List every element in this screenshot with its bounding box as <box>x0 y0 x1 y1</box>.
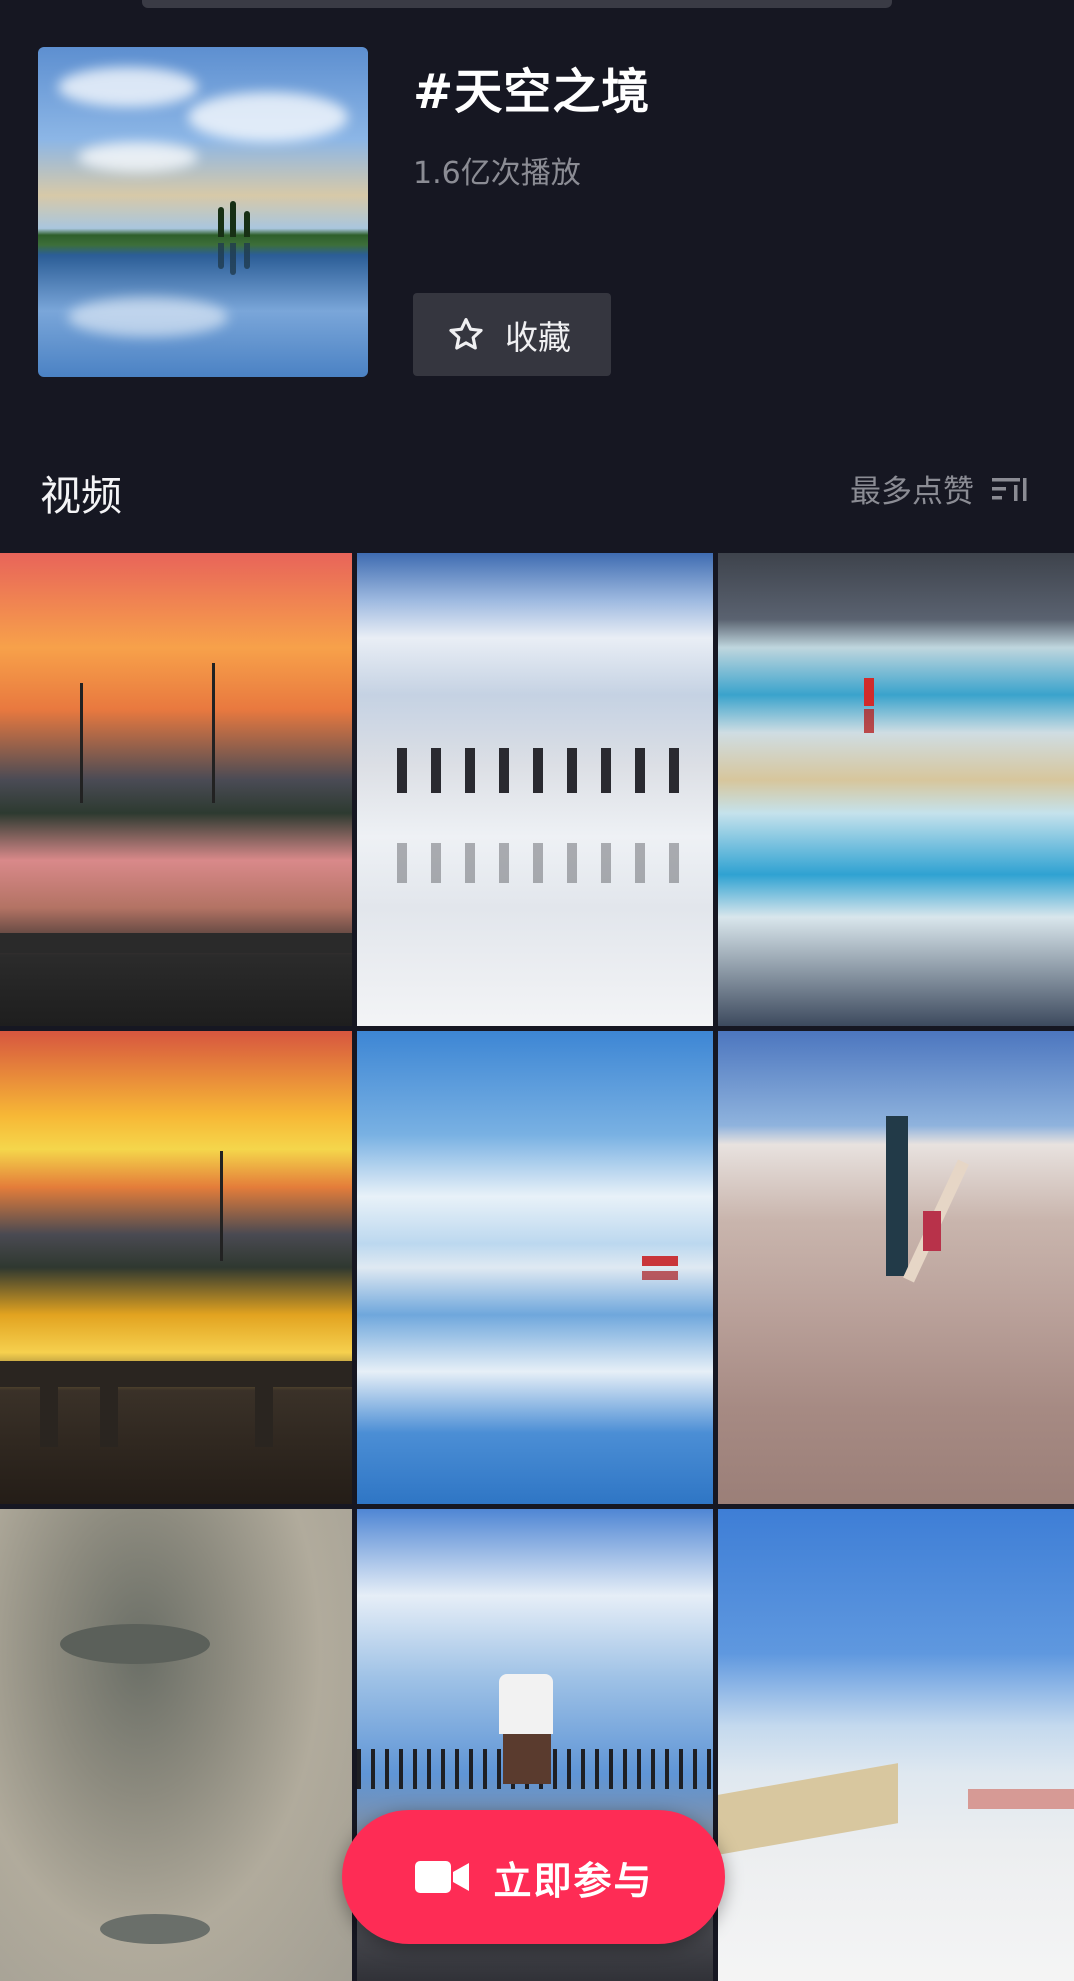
video-grid <box>0 553 1074 1981</box>
top-handle <box>142 0 892 8</box>
sort-label: 最多点赞 <box>850 474 974 510</box>
sort-filter-icon <box>992 477 1027 501</box>
video-thumbnail[interactable] <box>718 1031 1074 1504</box>
video-thumbnail[interactable] <box>0 553 352 1026</box>
topic-title: #天空之境 <box>413 64 651 120</box>
sort-control[interactable]: 最多点赞 <box>850 466 1030 511</box>
join-challenge-button[interactable]: 立即参与 <box>342 1810 725 1944</box>
video-thumbnail[interactable] <box>0 1031 352 1504</box>
video-thumbnail[interactable] <box>357 553 713 1026</box>
video-thumbnail[interactable] <box>357 1031 713 1504</box>
video-camera-icon <box>415 1861 470 1893</box>
favorite-button[interactable]: 收藏 <box>413 293 611 376</box>
video-thumbnail[interactable] <box>0 1509 352 1981</box>
play-count: 1.6亿次播放 <box>413 156 581 191</box>
favorite-label: 收藏 <box>505 317 571 357</box>
video-thumbnail[interactable] <box>718 1509 1074 1981</box>
topic-cover-image <box>38 47 368 377</box>
star-outline-icon <box>449 317 483 350</box>
join-label: 立即参与 <box>493 1858 654 1903</box>
videos-section-title: 视频 <box>40 472 122 520</box>
video-thumbnail[interactable] <box>718 553 1074 1026</box>
